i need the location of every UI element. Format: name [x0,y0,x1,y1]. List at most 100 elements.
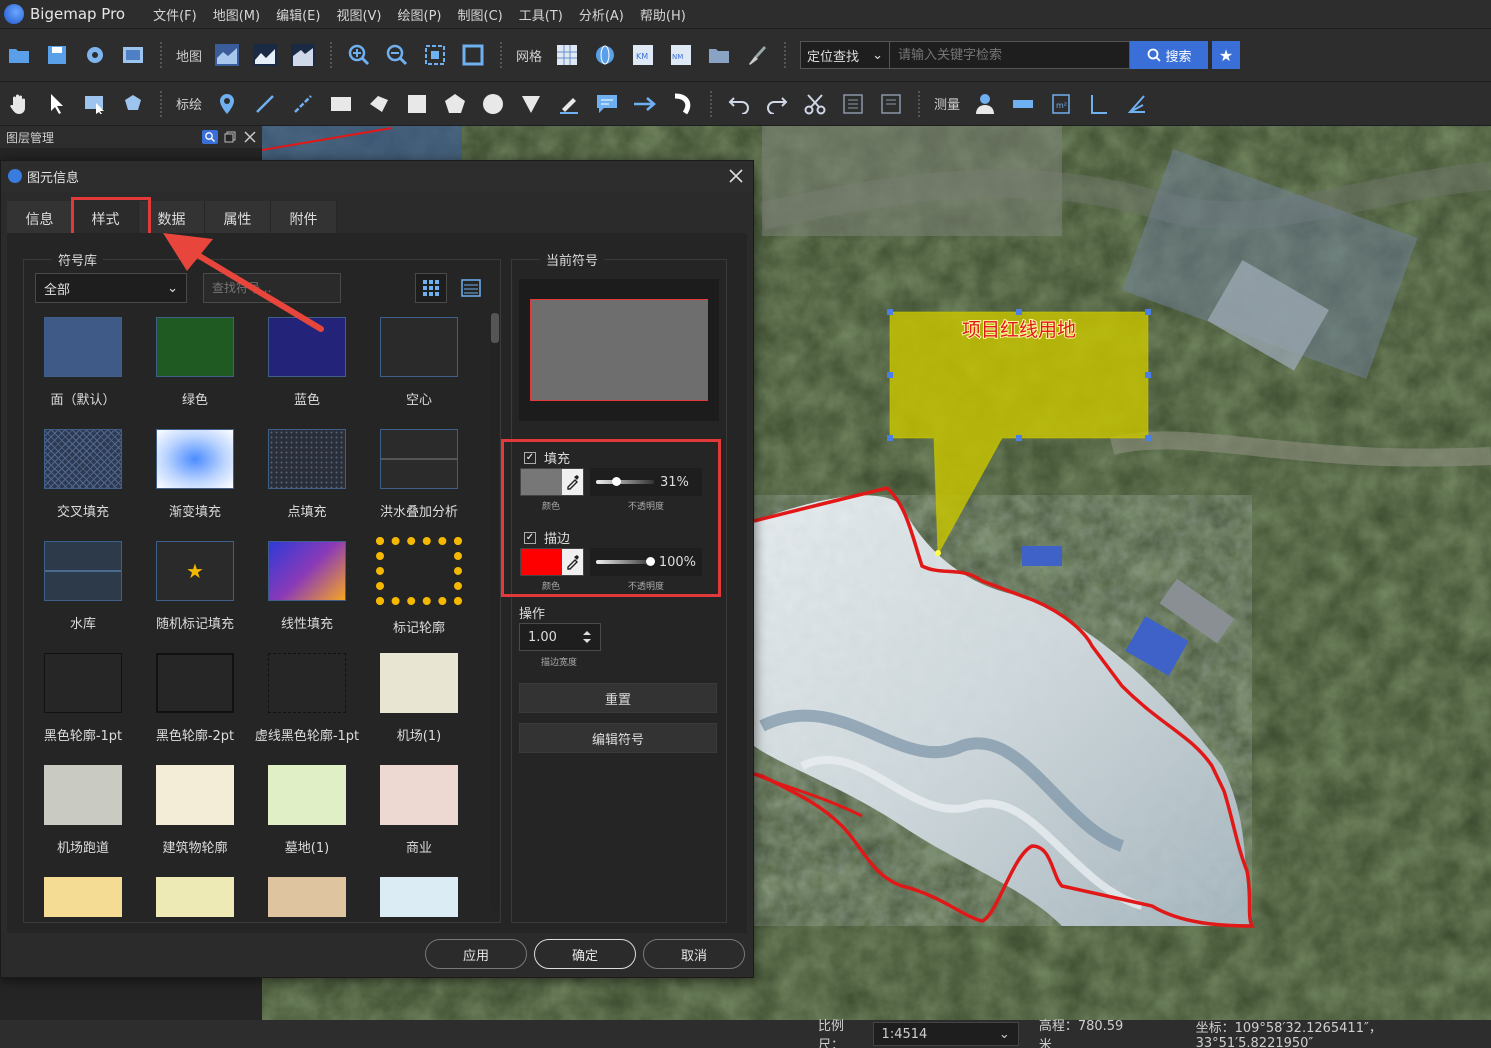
symbol-item[interactable]: 虚线黑色轮廓-1pt [251,653,363,744]
symbol-swatch[interactable] [156,765,234,825]
symbol-item[interactable]: 空心 [363,317,475,408]
menu-file[interactable]: 文件(F) [145,5,205,24]
text-underline-icon[interactable] [554,89,584,119]
pentagon-draw-icon[interactable] [440,89,470,119]
zoom-in-icon[interactable] [344,40,374,70]
tab-info[interactable]: 信息 [7,201,73,237]
image-icon[interactable] [118,40,148,70]
measure-distance-icon[interactable] [1008,89,1038,119]
symbol-swatch[interactable] [44,653,122,713]
symbol-item[interactable]: 渐变填充 [139,429,251,520]
line-draw-icon[interactable] [250,89,280,119]
symbol-swatch[interactable] [156,653,234,713]
menu-edit[interactable]: 编辑(E) [268,5,328,24]
symbol-swatch[interactable] [268,541,346,601]
symbol-swatch[interactable] [380,429,458,489]
symbol-item[interactable]: 黑色轮廓-2pt [139,653,251,744]
arrow-draw-icon[interactable] [630,89,660,119]
undo-icon[interactable] [724,89,754,119]
symbol-grid-scrollbar[interactable] [491,311,499,911]
select-polygon-icon[interactable] [118,89,148,119]
measure-person-icon[interactable] [970,89,1000,119]
symbol-item[interactable]: 机场跑道 [27,765,139,856]
clear-brush-icon[interactable] [742,40,772,70]
symbol-swatch[interactable] [380,653,458,713]
edit-symbol-button[interactable]: 编辑符号 [519,723,717,753]
symbol-swatch[interactable] [380,877,458,917]
open-folder-icon[interactable] [4,40,34,70]
menu-view[interactable]: 视图(V) [328,5,389,24]
symbol-item[interactable]: 墓地(1) [251,765,363,856]
stroke-checkbox[interactable]: ✓ [524,531,536,544]
select-window-icon[interactable] [80,89,110,119]
symbol-item[interactable]: 建筑物轮廓 [139,765,251,856]
symbol-swatch[interactable] [44,317,122,377]
fill-toggle-row[interactable]: ✓ 填充 [524,448,570,467]
measure-height-icon[interactable] [1084,89,1114,119]
favorite-star-button[interactable]: ★ [1212,41,1241,69]
map-source-icon-2[interactable] [250,40,280,70]
grid-view-button[interactable] [415,273,447,303]
stroke-opacity-slider[interactable]: 100% [590,548,702,576]
symbol-swatch[interactable]: ★ [156,541,234,601]
scrollbar-thumb[interactable] [491,313,499,343]
stroke-width-stepper[interactable]: 1.00 [519,623,601,651]
fill-color-swatch[interactable] [521,469,562,495]
menu-analysis[interactable]: 分析(A) [571,5,632,24]
symbol-item[interactable]: 洪水叠加分析 [363,429,475,520]
globe-grid-icon[interactable] [590,40,620,70]
symbol-swatch[interactable] [44,877,122,917]
settings-gear-icon[interactable] [80,40,110,70]
symbol-item[interactable]: 商业 [363,765,475,856]
symbol-swatch[interactable] [268,765,346,825]
symbol-swatch[interactable] [268,653,346,713]
stroke-color-swatch[interactable] [521,549,562,575]
symbol-swatch[interactable] [380,765,458,825]
close-icon[interactable] [727,167,745,185]
symbol-item[interactable]: 交叉填充 [27,429,139,520]
stepper-arrows-icon[interactable] [582,629,592,645]
symbol-item[interactable] [363,877,475,917]
select-arrow-icon[interactable] [42,89,72,119]
zoom-out-icon[interactable] [382,40,412,70]
freehand-polygon-icon[interactable] [364,89,394,119]
apply-button[interactable]: 应用 [425,939,527,969]
menu-cartography[interactable]: 制图(C) [450,5,511,24]
symbol-swatch[interactable] [156,429,234,489]
pan-hand-icon[interactable] [4,89,34,119]
symbol-item[interactable] [139,877,251,917]
freehand-line-icon[interactable] [288,89,318,119]
restore-window-icon[interactable] [224,131,236,143]
menu-map[interactable]: 地图(M) [205,5,268,24]
folder-grid-icon[interactable] [704,40,734,70]
menu-draw[interactable]: 绘图(P) [390,5,450,24]
properties-view-icon[interactable] [876,89,906,119]
scale-select[interactable]: 1:4514 ⌄ [872,1022,1019,1046]
measure-angle-icon[interactable] [1122,89,1152,119]
close-icon[interactable] [244,131,256,143]
symbol-swatch[interactable] [268,429,346,489]
km-grid-icon[interactable]: KM [628,40,658,70]
symbol-item[interactable]: 标记轮廓 [363,537,475,636]
search-button[interactable]: 搜索 [1130,41,1209,69]
search-icon[interactable] [202,130,218,144]
symbol-swatch[interactable] [268,877,346,917]
full-extent-icon[interactable] [458,40,488,70]
redo-icon[interactable] [762,89,792,119]
nm-grid-icon[interactable]: NM [666,40,696,70]
symbol-item[interactable] [27,877,139,917]
table-view-icon[interactable] [838,89,868,119]
save-icon[interactable] [42,40,72,70]
stroke-opacity-knob[interactable] [646,557,655,566]
search-input[interactable] [890,41,1131,69]
ok-button[interactable]: 确定 [534,939,636,969]
stroke-color-picker[interactable] [520,548,584,576]
map-source-icon-1[interactable] [212,40,242,70]
zoom-extent-icon[interactable] [420,40,450,70]
rectangle-draw-icon[interactable] [326,89,356,119]
symbol-swatch[interactable] [380,317,458,377]
search-mode-select[interactable]: 定位查找 ⌄ [800,41,891,69]
reset-button[interactable]: 重置 [519,683,717,713]
callout-label-icon[interactable] [592,89,622,119]
grid-icon[interactable] [552,40,582,70]
